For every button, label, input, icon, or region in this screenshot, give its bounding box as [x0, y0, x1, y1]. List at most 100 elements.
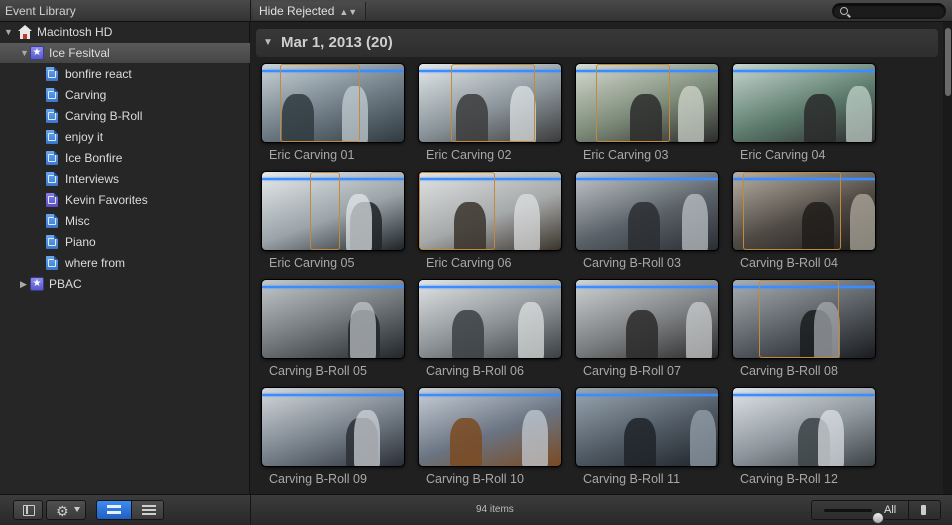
sidebar-toggle-icon [23, 505, 35, 516]
keyword-collection-icon [46, 235, 58, 249]
clip-thumbnail[interactable] [418, 63, 562, 143]
disclosure-triangle-collapsed-icon[interactable]: ▶ [20, 274, 27, 294]
sidebar-item-label: Macintosh HD [37, 25, 113, 39]
zoom-separator [908, 501, 909, 519]
hard-drive-icon [18, 25, 32, 39]
sidebar-item-label: Ice Bonfire [65, 151, 123, 165]
date-group-header[interactable]: ▼ Mar 1, 2013 (20) [256, 29, 938, 57]
sidebar-item[interactable]: enjoy it [0, 127, 250, 147]
clip-thumbnail[interactable] [575, 63, 719, 143]
list-icon [142, 505, 156, 515]
clip-thumbnail[interactable] [732, 279, 876, 359]
clip-name: Carving B-Roll 12 [740, 472, 838, 486]
search-field[interactable] [832, 3, 946, 19]
updown-arrows-icon: ▲▼ [339, 7, 358, 17]
date-group-title: Mar 1, 2013 (20) [281, 34, 393, 51]
view-mode-segmented-control[interactable] [96, 500, 164, 520]
clip-thumbnail[interactable] [261, 387, 405, 467]
action-menu-button[interactable]: ⚙ [46, 500, 86, 520]
zoom-slider[interactable] [824, 509, 884, 524]
filmstrip-view-button[interactable] [97, 501, 131, 519]
zoom-slider-thumb[interactable] [872, 512, 884, 524]
sidebar-item[interactable]: Kevin Favorites [0, 190, 250, 210]
sidebar-item[interactable]: Ice Bonfire [0, 148, 250, 168]
keyword-collection-icon [46, 109, 58, 123]
smart-collection-icon [46, 193, 58, 207]
list-view-button[interactable] [131, 501, 163, 519]
sidebar-item-label: Carving [65, 88, 107, 102]
disclosure-triangle-expanded-icon[interactable]: ▼ [20, 43, 29, 63]
clip-thumbnail[interactable] [261, 279, 405, 359]
sidebar-item-label: Interviews [65, 172, 120, 186]
clip-name: Eric Carving 02 [426, 148, 512, 162]
sidebar-item[interactable]: Piano [0, 232, 250, 252]
clip-thumbnail[interactable] [418, 171, 562, 251]
sidebar-item-label: Misc [65, 214, 90, 228]
sidebar-item-label: Kevin Favorites [65, 193, 148, 207]
sidebar-item[interactable]: ▼ ★ Ice Fesitval [0, 43, 250, 63]
clip-name: Carving B-Roll 04 [740, 256, 838, 270]
clip-name: Carving B-Roll 08 [740, 364, 838, 378]
disclosure-triangle-expanded-icon[interactable]: ▼ [4, 22, 13, 42]
clip-name: Carving B-Roll 05 [269, 364, 367, 378]
clip-name: Carving B-Roll 03 [583, 256, 681, 270]
clip-thumbnail[interactable] [732, 63, 876, 143]
keyword-collection-icon [46, 88, 58, 102]
clip-thumbnail[interactable] [575, 279, 719, 359]
duration-switch-icon[interactable] [921, 505, 926, 515]
clip-name: Carving B-Roll 06 [426, 364, 524, 378]
bottombar-divider [250, 495, 251, 525]
clip-name: Eric Carving 03 [583, 148, 669, 162]
sidebar-item[interactable]: bonfire react [0, 64, 250, 84]
vertical-scrollbar[interactable] [943, 22, 952, 494]
show-hide-library-button[interactable] [13, 500, 43, 520]
keyword-collection-icon [46, 67, 58, 81]
clip-thumbnail[interactable] [418, 387, 562, 467]
zoom-all-label[interactable]: All [884, 504, 896, 516]
clip-thumbnail[interactable] [418, 279, 562, 359]
event-browser: ▼ Mar 1, 2013 (20) Eric Carving 01 Eric C… [251, 22, 952, 494]
sidebar-item-label: enjoy it [65, 130, 104, 144]
sidebar-item[interactable]: ▼ Macintosh HD [0, 22, 250, 42]
disclosure-triangle-icon[interactable]: ▼ [263, 37, 273, 48]
keyword-collection-icon [46, 256, 58, 270]
event-library-sidebar: ▼ Macintosh HD ▼ ★ Ice Fesitval bonfire react… [0, 22, 250, 494]
clip-thumbnail[interactable] [575, 171, 719, 251]
scrollbar-thumb[interactable] [945, 28, 951, 96]
keyword-collection-icon [46, 172, 58, 186]
sidebar-item[interactable]: Interviews [0, 169, 250, 189]
clip-thumbnail[interactable] [261, 63, 405, 143]
event-library-title: Event Library [5, 4, 76, 18]
clip-thumbnail[interactable] [575, 387, 719, 467]
search-input[interactable] [851, 4, 941, 18]
sidebar-item[interactable]: Misc [0, 211, 250, 231]
items-count: 94 items [476, 504, 514, 515]
clip-name: Eric Carving 01 [269, 148, 355, 162]
bottom-toolbar: ⚙ 94 items All [0, 494, 952, 525]
clip-thumbnail[interactable] [732, 387, 876, 467]
clip-name: Carving B-Roll 07 [583, 364, 681, 378]
keyword-collection-icon [46, 214, 58, 228]
clip-filter-popup[interactable]: Hide Rejected ▲▼ [253, 2, 367, 20]
sidebar-item-label: Piano [65, 235, 96, 249]
sidebar-item[interactable]: where from [0, 253, 250, 273]
sidebar-item-label: Carving B-Roll [65, 109, 143, 123]
sidebar-item-label: Ice Fesitval [49, 46, 110, 60]
clip-thumbnail[interactable] [732, 171, 876, 251]
sidebar-item-label: PBAC [49, 277, 82, 291]
clip-thumbnail[interactable] [261, 171, 405, 251]
clip-appearance-controls: All [811, 500, 941, 524]
keyword-collection-icon [46, 130, 58, 144]
search-icon [840, 7, 848, 15]
sidebar-item[interactable]: ▶ ★ PBAC [0, 274, 250, 294]
sidebar-item[interactable]: Carving [0, 85, 250, 105]
gear-icon: ⚙ [56, 503, 69, 519]
clip-name: Eric Carving 04 [740, 148, 826, 162]
sidebar-item[interactable]: Carving B-Roll [0, 106, 250, 126]
clip-name: Eric Carving 06 [426, 256, 512, 270]
clip-name: Carving B-Roll 09 [269, 472, 367, 486]
clip-filter-label: Hide Rejected [259, 4, 335, 18]
event-folder-icon: ★ [30, 46, 44, 60]
toolbar-divider [250, 0, 251, 22]
chevron-down-icon [74, 507, 80, 512]
